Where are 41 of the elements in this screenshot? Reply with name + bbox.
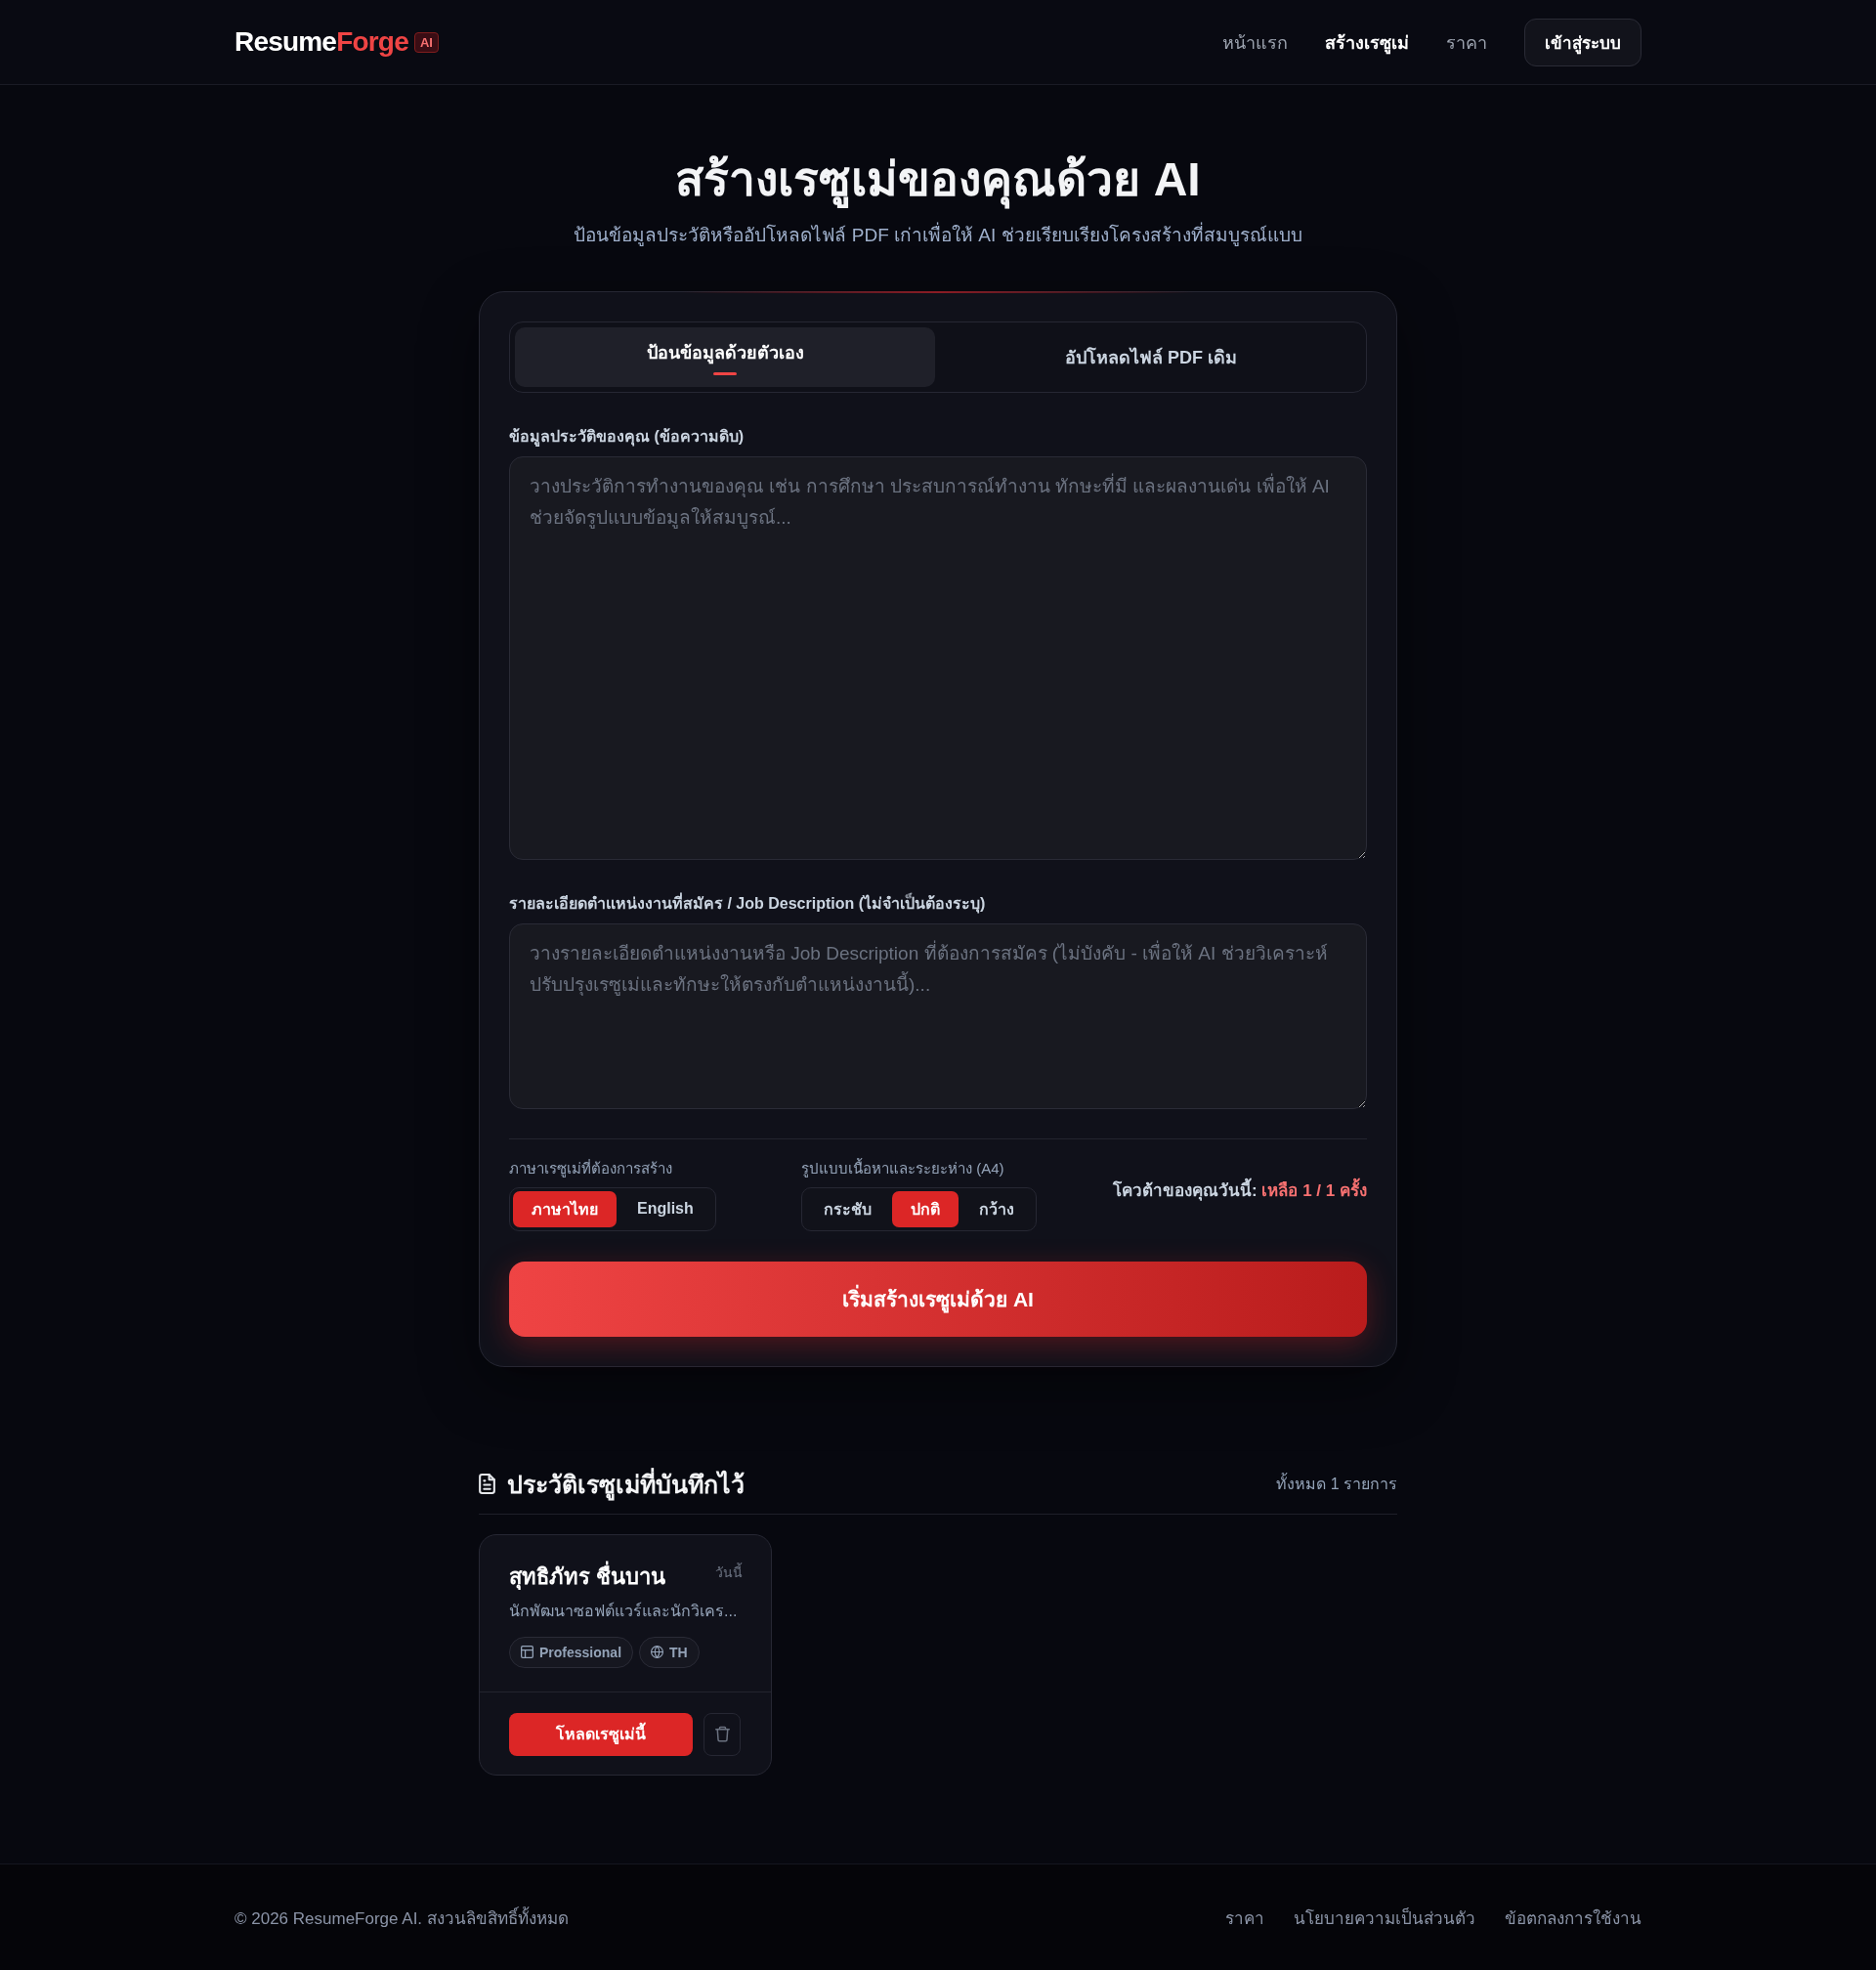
field-label: ข้อมูลประวัติของคุณ (ข้อความดิบ) xyxy=(509,426,746,448)
segment-option[interactable]: กว้าง xyxy=(960,1190,1033,1227)
option-label: ภาษาเรซูเม่ที่ต้องการสร้าง xyxy=(509,1158,673,1178)
section-title: ประวัติเรซูเม่ที่บันทึกไว้ xyxy=(507,1468,745,1500)
trash-icon xyxy=(714,1726,730,1743)
nav-link[interactable]: หน้าแรก xyxy=(1222,27,1288,57)
ai-badge: AI xyxy=(413,31,439,53)
tab[interactable]: ป้อนข้อมูลด้วยตัวเอง xyxy=(515,326,935,387)
resume-name: สุทธิภัทร ชื่นบาน xyxy=(509,1562,666,1592)
page-subtitle: ป้อนข้อมูลประวัติหรืออัปโหลดไฟล์ PDF เก่าเพื่อให้ AI ช่วยเรียบเรียงโครงสร้างที่สมบูรณ์แบบ xyxy=(479,222,1397,250)
resume-date: วันนี้ xyxy=(715,1562,743,1582)
active-tab-indicator xyxy=(713,372,737,376)
quota-text: โควต้าของคุณวันนี้: เหลือ 1 / 1 ครั้ง xyxy=(1113,1177,1367,1204)
load-button[interactable]: โหลดเรซูเม่นี้ xyxy=(509,1712,693,1756)
logo[interactable]: ResumeForge xyxy=(234,26,408,58)
delete-button[interactable] xyxy=(704,1712,741,1756)
segment-option[interactable]: ปกติ xyxy=(892,1190,959,1227)
profile-text-input[interactable]: วางประวัติการทำงานของคุณ เช่น การศึกษา ประสบการณ์ทำงาน ทักษะที่มี และผลงานเด่น เพื่อให้ AI ช่วยจัดรูปแบบข้อมูลให้สมบูรณ์... xyxy=(509,455,1367,860)
segment-option[interactable]: English xyxy=(618,1190,712,1227)
footer-link[interactable]: ข้อตกลงการใช้งาน xyxy=(1505,1904,1642,1931)
nav-link[interactable]: ราคา xyxy=(1446,27,1487,57)
job-description-input[interactable]: วางรายละเอียดตำแหน่งงานหรือ Job Description ที่ต้องการสมัคร (ไม่บังคับ - เพื่อให้ AI ช่วยวิเคราะห์ปรับปรุงเรซูเม่และทักษะให้ตรงกับตำแหน่งงานนี้)... xyxy=(509,922,1367,1109)
segment-option[interactable]: กระชับ xyxy=(805,1190,890,1227)
footer-link[interactable]: นโยบายความเป็นส่วนตัว xyxy=(1294,1904,1475,1931)
resume-summary: นักพัฒนาซอฟต์แวร์และนักวิเคร... xyxy=(509,1601,739,1621)
login-button[interactable]: เข้าสู่ระบบ xyxy=(1524,18,1642,66)
tag-label: Professional xyxy=(539,1644,622,1660)
segment-option[interactable]: ภาษาไทย xyxy=(513,1190,617,1227)
tab[interactable]: อัปโหลดไฟล์ PDF เดิม xyxy=(941,326,1361,387)
tag-label: TH xyxy=(669,1644,688,1660)
footer-link[interactable]: ราคา xyxy=(1225,1904,1264,1931)
page-title: สร้างเรซูเม่ของคุณด้วย AI xyxy=(479,150,1397,211)
generate-button[interactable]: เริ่มสร้างเรซูเม่ด้วย AI xyxy=(509,1261,1367,1337)
item-count: ทั้งหมด 1 รายการ xyxy=(1276,1472,1397,1497)
option-label: รูปแบบเนื้อหาและระยะห่าง (A4) xyxy=(801,1158,1005,1178)
nav-link[interactable]: สร้างเรซูเม่ xyxy=(1325,27,1409,57)
globe-icon xyxy=(651,1646,664,1659)
field-label: รายละเอียดตำแหน่งงานที่สมัคร / Job Description (ไม่จำเป็นต้องระบุ) xyxy=(509,892,987,915)
copyright-text: © 2026 ResumeForge AI. สงวนลิขสิทธิ์ทั้งหมด xyxy=(234,1906,569,1930)
layout-icon xyxy=(521,1646,533,1659)
document-icon xyxy=(479,1474,495,1495)
